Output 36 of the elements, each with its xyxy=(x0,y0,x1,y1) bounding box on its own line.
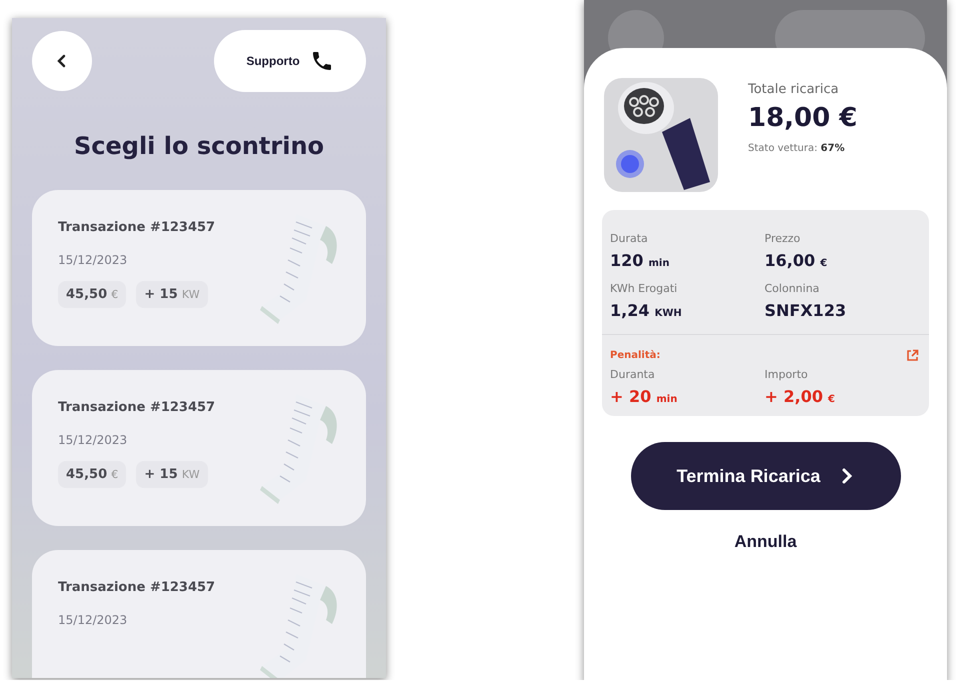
detail-value: 16,00 € xyxy=(764,251,828,270)
detail-label: Durata xyxy=(610,232,649,245)
transaction-title: Transazione #123457 xyxy=(58,400,216,415)
detail-value: + 20 min xyxy=(610,387,678,406)
detail-value: 1,24 KWH xyxy=(610,301,683,320)
receipt-card[interactable]: Transazione #123457 15/12/2023 xyxy=(32,550,366,678)
amount-chip: + 15 KW xyxy=(136,281,208,308)
detail-label: KWh Erogati xyxy=(610,282,678,295)
total-label: Totale ricarica xyxy=(748,82,840,97)
transaction-date: 15/12/2023 xyxy=(58,433,128,447)
detail-label: Duranta xyxy=(610,368,656,381)
amount-chip: 45,50 € xyxy=(58,461,126,488)
amount-chip: + 15 KW xyxy=(136,461,208,488)
charger-plug-icon xyxy=(604,78,718,192)
transaction-title: Transazione #123457 xyxy=(58,580,216,595)
transaction-date: 15/12/2023 xyxy=(58,253,128,267)
car-status: Stato vettura: 67% xyxy=(748,143,846,154)
detail-value: + 2,00 € xyxy=(764,387,836,406)
detail-value: SNFX123 xyxy=(764,301,848,320)
cancel-button[interactable]: Annulla xyxy=(734,532,797,552)
detail-label: Prezzo xyxy=(764,232,802,245)
external-link-icon[interactable] xyxy=(906,349,919,362)
total-amount: 18,00 € xyxy=(748,103,858,133)
screen-title: Scegli lo scontrino xyxy=(72,132,326,160)
end-charge-button[interactable]: Termina Ricarica xyxy=(630,442,900,510)
amount-chip: 45,50 € xyxy=(58,281,126,308)
detail-label: Importo xyxy=(764,368,809,381)
transaction-date: 15/12/2023 xyxy=(58,613,128,627)
detail-value: 120 min xyxy=(610,251,670,270)
detail-label: Colonnina xyxy=(764,282,820,295)
receipt-card[interactable]: Transazione #123457 15/12/2023 45,50 € + 15 KW xyxy=(32,370,366,526)
chevron-right-icon xyxy=(840,467,854,485)
support-button[interactable]: Supporto xyxy=(214,30,366,92)
receipt-card[interactable]: Transazione #123457 15/12/2023 45,50 € + 15 KW xyxy=(32,190,366,346)
penalty-title: Penalità: xyxy=(610,350,660,361)
transaction-title: Transazione #123457 xyxy=(58,220,216,235)
